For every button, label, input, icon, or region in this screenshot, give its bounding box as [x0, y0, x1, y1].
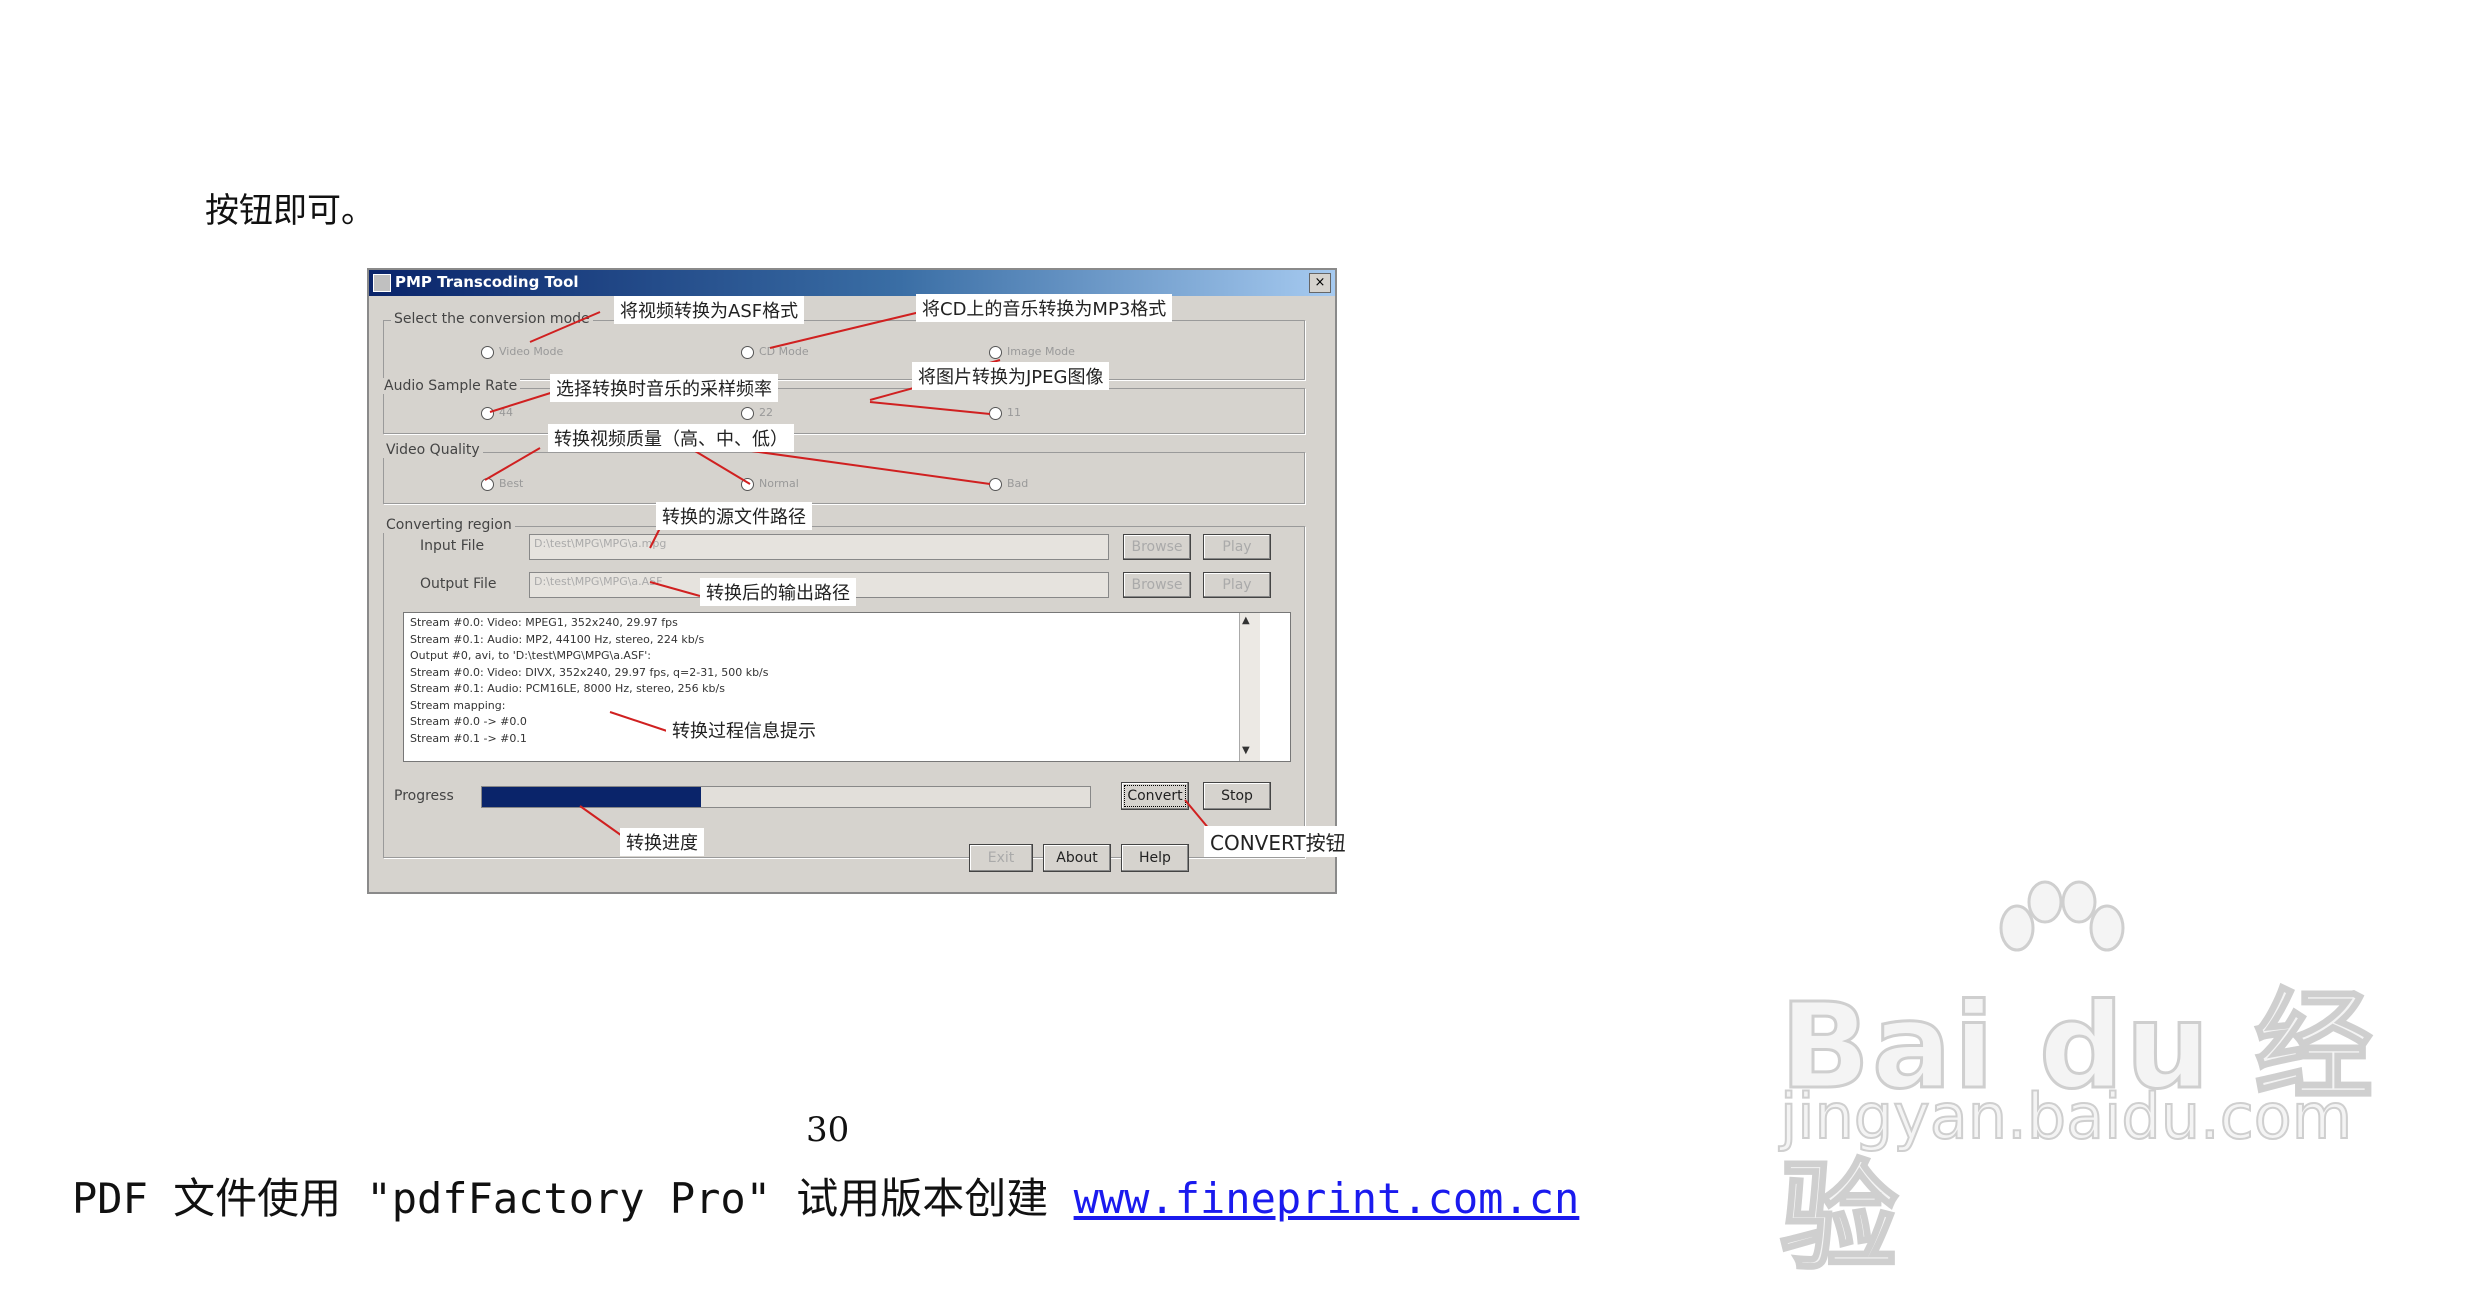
annotation-output-path: 转换后的输出路径: [700, 578, 856, 606]
annotation-convert-button: CONVERT按钮: [1204, 826, 1352, 857]
annotation-cd-to-mp3: 将CD上的音乐转换为MP3格式: [916, 294, 1173, 322]
page-number: 30: [806, 1110, 850, 1150]
footer: PDF 文件使用 "pdfFactory Pro" 试用版本创建 www.fin…: [72, 1165, 1579, 1226]
annotation-video-quality: 转换视频质量（高、中、低）: [548, 424, 794, 452]
annotation-progress: 转换进度: [620, 828, 704, 856]
annotation-to-asf: 将视频转换为ASF格式: [614, 296, 805, 324]
annotation-source-path: 转换的源文件路径: [656, 502, 812, 530]
annotation-image-to-jpeg: 将图片转换为JPEG图像: [912, 362, 1110, 390]
annotation-process-info: 转换过程信息提示: [666, 716, 822, 744]
footer-link[interactable]: www.fineprint.com.cn: [1074, 1174, 1580, 1223]
footer-text: PDF 文件使用 "pdfFactory Pro" 试用版本创建: [72, 1174, 1074, 1223]
annotation-sample-rate: 选择转换时音乐的采样频率: [550, 374, 778, 402]
watermark-domain: jingyan.baidu.com: [1779, 1079, 2353, 1154]
baidu-watermark: Bai du 经验 jingyan.baidu.com: [1779, 880, 2380, 1288]
